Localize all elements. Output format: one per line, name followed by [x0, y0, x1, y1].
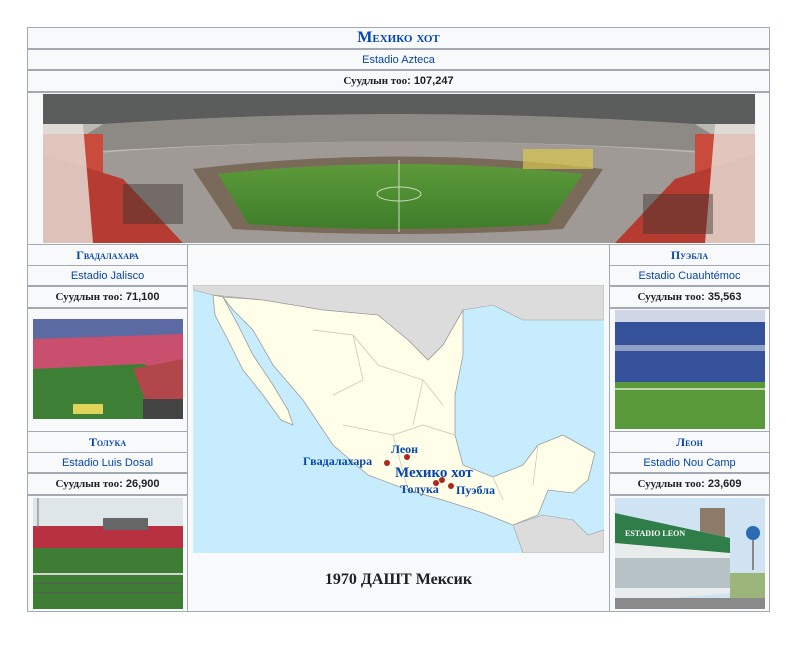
estadio-nou-camp-photo[interactable]: ESTADIO LEON — [615, 498, 765, 609]
capacity-value: 23,609 — [707, 478, 742, 490]
right-capacity-0: Суудлын тоо: 35,563 — [609, 286, 770, 308]
capacity-label: Суудлын тоо — [637, 478, 702, 490]
guadalajara-marker — [384, 460, 390, 466]
left-city-title-1[interactable]: Толука — [27, 431, 188, 453]
capacity-value: 71,100 — [125, 291, 160, 303]
map-label-guadalajara: Гвадалахара — [303, 454, 372, 468]
capacity-value: 26,900 — [125, 478, 160, 490]
main-city-title[interactable]: Мехико хот — [27, 27, 770, 49]
estadio-jalisco-photo[interactable] — [33, 319, 183, 419]
right-stadium-link-1[interactable]: Estadio Nou Camp — [609, 452, 770, 473]
puebla-marker — [448, 483, 454, 489]
estadio-cuauhtemoc-photo[interactable] — [615, 310, 765, 429]
map-caption: 1970 ДАШТ Мексик — [324, 571, 473, 588]
main-capacity: Суудлын тоо: 107,247 — [27, 70, 770, 92]
right-city-title-0[interactable]: Пуэбла — [609, 244, 770, 266]
map-label-leon: Леон — [391, 442, 418, 456]
mexico-map[interactable]: Леон Гвадалахара Мехико хот Толука Пуэбл… — [193, 285, 604, 553]
capacity-label: Суудлын тоо — [637, 291, 702, 303]
estadio-luis-dosal-photo[interactable] — [33, 498, 183, 609]
capacity-label: Суудлын тоо — [55, 478, 120, 490]
stadium-sign-text: ESTADIO LEON — [625, 529, 685, 538]
left-capacity-0: Суудлын тоо: 71,100 — [27, 286, 188, 308]
capacity-value: 107,247 — [413, 75, 454, 87]
right-capacity-1: Суудлын тоо: 23,609 — [609, 473, 770, 495]
map-label-mexico: Мехико хот — [395, 465, 473, 481]
left-city-title-0[interactable]: Гвадалахара — [27, 244, 188, 266]
estadio-azteca-photo[interactable] — [43, 94, 755, 243]
main-stadium-link[interactable]: Estadio Azteca — [27, 49, 770, 70]
right-stadium-link-0[interactable]: Estadio Cuauhtémoc — [609, 265, 770, 286]
left-stadium-link-1[interactable]: Estadio Luis Dosal — [27, 452, 188, 473]
map-label-toluca: Толука — [400, 482, 439, 496]
capacity-label: Суудлын тоо — [55, 291, 120, 303]
map-label-puebla: Пуэбла — [456, 483, 495, 497]
capacity-label: Суудлын тоо — [343, 75, 408, 87]
right-city-title-1[interactable]: Леон — [609, 431, 770, 453]
capacity-value: 35,563 — [707, 291, 742, 303]
left-capacity-1: Суудлын тоо: 26,900 — [27, 473, 188, 495]
left-stadium-link-0[interactable]: Estadio Jalisco — [27, 265, 188, 286]
